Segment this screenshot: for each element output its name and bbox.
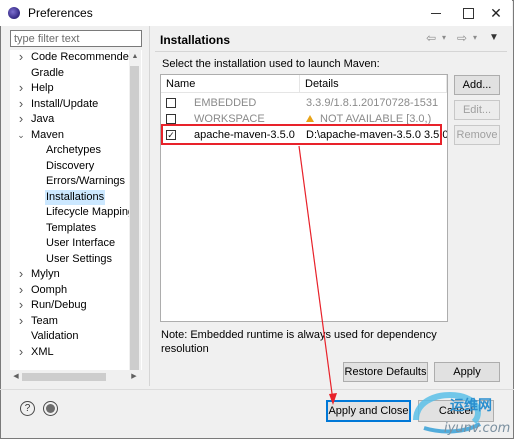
panel-divider[interactable] (149, 26, 150, 386)
collapsed-chevron-icon[interactable]: › (16, 313, 26, 328)
selected-installation-highlight (161, 124, 442, 145)
tree-item-label: Code Recommenders (31, 51, 138, 63)
tree-item-label: Run/Debug (31, 299, 87, 311)
forward-menu-icon[interactable]: ▾ (473, 30, 477, 46)
collapsed-chevron-icon[interactable]: › (16, 344, 26, 359)
minimize-icon (431, 12, 441, 14)
installations-table[interactable]: Name Details EMBEDDED 3.3.9/1.8.1.2017072… (160, 74, 448, 322)
window-title: Preferences (28, 6, 93, 20)
remove-button[interactable]: Remove (454, 125, 500, 145)
tree-item-label: Oomph (31, 283, 68, 296)
help-icon[interactable]: ? (20, 401, 35, 416)
collapsed-chevron-icon[interactable]: › (16, 267, 26, 281)
page-title: Installations (160, 33, 231, 47)
checkbox[interactable] (166, 98, 176, 108)
edit-button[interactable]: Edit... (454, 100, 500, 120)
expanded-chevron-icon[interactable]: ⌄ (16, 128, 26, 143)
installation-name: EMBEDDED (194, 97, 257, 109)
close-icon: ✕ (490, 4, 502, 21)
tree-item-label: Lifecycle Mapping (46, 206, 135, 218)
collapsed-chevron-icon[interactable]: › (16, 96, 26, 111)
apply-and-close-button[interactable]: Apply and Close (326, 400, 411, 422)
watermark-site: iyunv.com (444, 421, 510, 436)
minimize-button[interactable] (420, 0, 452, 26)
add-button[interactable]: Add... (454, 75, 500, 95)
tree-item-label: Gradle (31, 66, 65, 79)
forward-icon[interactable]: ⇨ (457, 30, 467, 46)
eclipse-icon (8, 7, 20, 19)
tree-item-label: Maven (31, 128, 65, 141)
tree-item-label: Help (31, 82, 54, 94)
collapsed-chevron-icon[interactable]: › (16, 81, 26, 95)
page-description: Select the installation used to launch M… (162, 58, 380, 70)
back-menu-icon[interactable]: ▾ (442, 30, 446, 46)
maximize-icon (462, 7, 474, 19)
checkbox[interactable] (166, 114, 176, 124)
preference-tree[interactable]: › Code Recommenders Gradle › Help › Install/Up… (10, 50, 142, 370)
collapsed-chevron-icon[interactable]: › (16, 298, 26, 312)
watermark-logo: 运维网 iyunv.com (413, 392, 510, 436)
restore-defaults-button[interactable]: Restore Defaults (343, 362, 428, 382)
tree-item-label: Installations (45, 189, 106, 205)
scroll-right-icon[interactable]: ▶ (129, 371, 139, 383)
tree-item-label: Templates (46, 221, 97, 234)
collapsed-chevron-icon[interactable]: › (16, 112, 26, 126)
import-export-icon-center (46, 404, 55, 413)
header-separator (155, 51, 507, 52)
tree-item-label: Archetypes (46, 144, 102, 156)
view-menu-icon[interactable]: ▼ (489, 30, 499, 46)
tree-horizontal-thumb[interactable] (22, 373, 106, 381)
collapsed-chevron-icon[interactable]: › (16, 282, 26, 297)
tree-item-label: Mylyn (31, 268, 60, 280)
tree-vertical-thumb[interactable] (130, 66, 139, 370)
tree-item-label: Errors/Warnings (46, 175, 126, 187)
column-header-details[interactable]: Details (300, 75, 447, 93)
table-row[interactable]: EMBEDDED 3.3.9/1.8.1.20170728-1531 (161, 95, 447, 111)
watermark-title: 运维网 (450, 397, 492, 414)
column-header-name[interactable]: Name (161, 75, 300, 93)
scroll-left-icon[interactable]: ◀ (11, 371, 21, 383)
scroll-up-icon[interactable]: ▲ (129, 51, 141, 63)
embedded-runtime-note: Note: Embedded runtime is always used fo… (161, 329, 437, 355)
tree-item-label: XML (31, 345, 54, 358)
warning-icon (306, 115, 314, 122)
tree-item-label: Validation (31, 330, 79, 342)
filter-input[interactable]: type filter text (10, 30, 142, 47)
close-button[interactable]: ✕ (480, 0, 512, 26)
tree-item-label: User Settings (46, 252, 113, 265)
tree-item-label: Java (31, 113, 55, 125)
tree-item-label: User Interface (46, 237, 116, 249)
tree-item-label: Team (31, 314, 58, 327)
tree-item-label: Discovery (46, 159, 95, 172)
tree-item-label: Install/Update (31, 97, 99, 110)
installation-details: 3.3.9/1.8.1.20170728-1531 (306, 97, 439, 109)
apply-button[interactable]: Apply (434, 362, 500, 382)
back-icon[interactable]: ⇦ (426, 30, 436, 46)
collapsed-chevron-icon[interactable]: › (16, 50, 26, 64)
